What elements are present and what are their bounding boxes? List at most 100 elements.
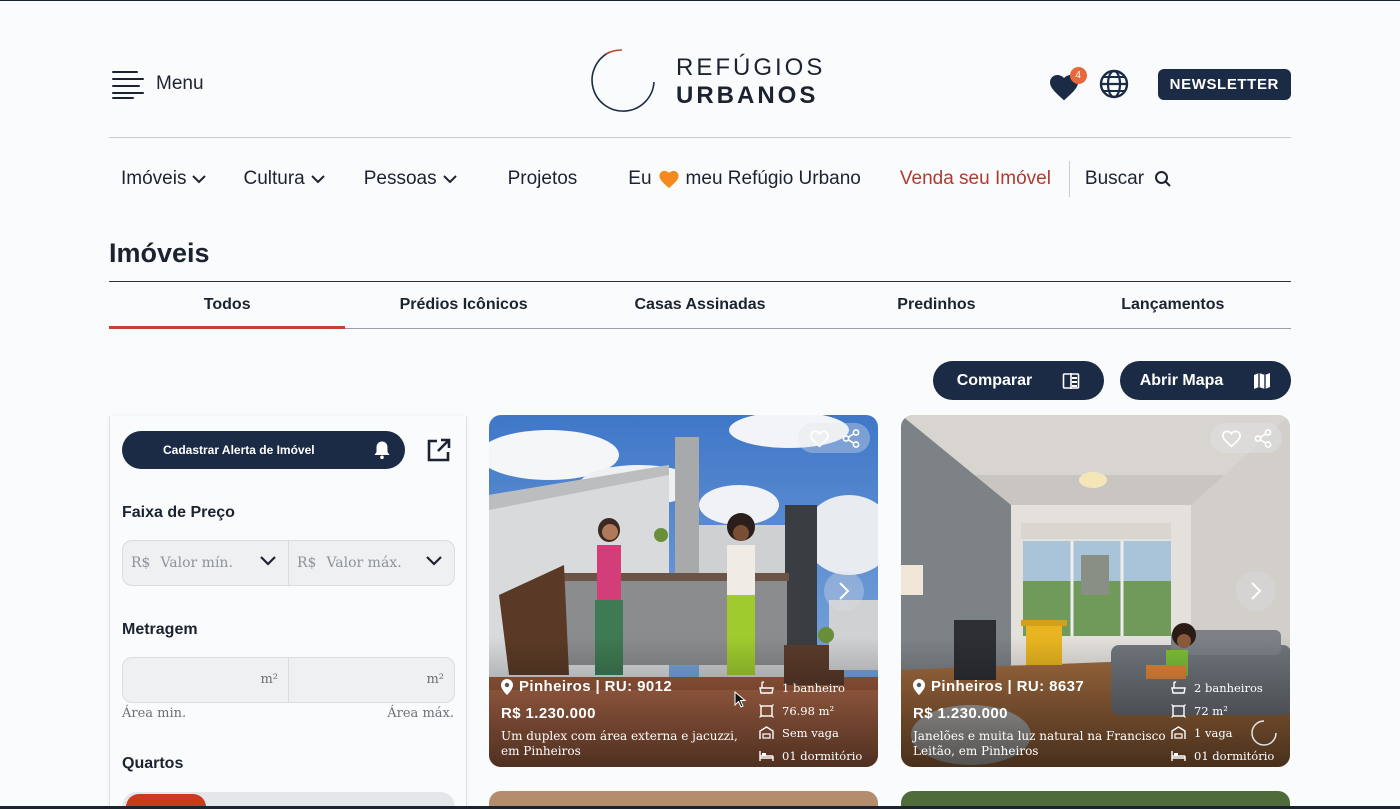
garage-icon	[759, 726, 774, 740]
garage-icon	[1171, 726, 1186, 740]
price-max-placeholder: Valor máx.	[326, 555, 402, 571]
loading-spinner-icon	[1251, 720, 1277, 746]
top-border	[0, 0, 1400, 1]
price-min-placeholder: Valor mín.	[160, 555, 233, 571]
location-pin-icon	[913, 678, 925, 695]
chevron-right-icon	[1251, 582, 1262, 600]
feature-parking-text: Sem vaga	[782, 726, 839, 741]
chevron-down-icon	[442, 174, 457, 183]
location-pin-icon	[501, 678, 513, 695]
area-min-hint: Área min.	[122, 706, 187, 721]
feature-area-text: 72 m²	[1194, 703, 1228, 718]
feature-bathrooms: 2 banheiros	[1171, 677, 1274, 700]
card-description: Um duplex com área externa e jacuzzi, em…	[501, 729, 738, 758]
feature-area-text: 76.98 m²	[782, 703, 835, 718]
feature-bedrooms: 01 dormitório	[1171, 745, 1274, 768]
nav-cultura-label: Cultura	[243, 168, 305, 189]
area-unit: m²	[260, 672, 278, 687]
price-min-select[interactable]: R$ Valor mín.	[123, 541, 288, 585]
newsletter-button[interactable]: NEWSLETTER	[1157, 68, 1291, 100]
nav-eu-meu-refugio[interactable]: Eu meu Refúgio Urbano	[628, 168, 861, 190]
map-icon	[1254, 372, 1271, 389]
nav-projetos[interactable]: Projetos	[508, 168, 578, 190]
menu-label: Menu	[156, 73, 204, 94]
nav-separator	[1068, 161, 1070, 197]
bell-icon	[374, 441, 390, 460]
rooms-label: Quartos	[122, 755, 184, 772]
nav-cultura[interactable]: Cultura	[243, 168, 325, 190]
nav-venda-label: Venda seu Imóvel	[899, 168, 1051, 189]
globe-icon[interactable]	[1098, 68, 1130, 100]
card-location: Pinheiros | RU: 9012	[501, 678, 672, 695]
price-range-label: Faixa de Preço	[122, 504, 235, 521]
external-link-icon[interactable]	[426, 437, 452, 463]
chevron-down-icon	[260, 556, 276, 566]
menu-button[interactable]: Menu	[112, 70, 204, 99]
feature-bathrooms-text: 2 banheiros	[1194, 681, 1263, 696]
favorite-heart-icon[interactable]	[809, 429, 830, 448]
area-icon	[1171, 703, 1186, 718]
area-unit: m²	[426, 672, 444, 687]
nav-buscar-label: Buscar	[1084, 168, 1145, 189]
property-card[interactable]: Pinheiros | RU: 9012 R$ 1.230.000 Um dup…	[489, 415, 878, 767]
logo-line2: URBANOS	[676, 82, 819, 109]
favorites-button[interactable]: 4	[1048, 67, 1087, 101]
logo-circle-icon	[591, 49, 655, 112]
feature-bedrooms-text: 01 dormitório	[1194, 748, 1275, 763]
open-map-label: Abrir Mapa	[1139, 371, 1224, 389]
favorite-heart-icon[interactable]	[1221, 429, 1242, 448]
feature-bathrooms: 1 banheiro	[759, 677, 862, 700]
nav-projetos-label: Projetos	[507, 168, 578, 189]
card-price: R$ 1.230.000	[913, 705, 1008, 722]
card-price: R$ 1.230.000	[501, 705, 596, 722]
header-divider	[109, 137, 1291, 138]
bed-icon	[759, 750, 774, 761]
currency-label: R$	[131, 555, 151, 571]
card-location-text: Pinheiros | RU: 9012	[519, 678, 673, 695]
feature-area: 76.98 m²	[759, 700, 862, 723]
tab-casas-assinadas[interactable]: Casas Assinadas	[582, 282, 818, 328]
nav-buscar[interactable]: Buscar	[1085, 168, 1172, 190]
compare-icon	[1062, 372, 1080, 389]
area-max-input[interactable]: m²	[288, 658, 454, 702]
card-features: 1 banheiro 76.98 m² Sem vaga 01 dormitór…	[759, 677, 862, 767]
price-max-select[interactable]: R$ Valor máx.	[288, 541, 454, 585]
compare-button[interactable]: Comparar	[933, 361, 1104, 400]
category-tabs: Todos Prédios Icônicos Casas Assinadas P…	[109, 282, 1291, 329]
property-card[interactable]: Pinheiros | RU: 8637 R$ 1.230.000 Janelõ…	[901, 415, 1290, 767]
next-photo-button[interactable]	[1236, 571, 1276, 611]
share-icon[interactable]	[1254, 428, 1272, 448]
site-logo[interactable]: REFÚGIOS URBANOS	[588, 48, 825, 116]
mouse-cursor-icon	[734, 691, 747, 708]
property-alert-button[interactable]: Cadastrar Alerta de Imóvel	[122, 431, 405, 469]
nav-venda[interactable]: Venda seu Imóvel	[900, 168, 1051, 190]
currency-label: R$	[297, 555, 317, 571]
tab-todos[interactable]: Todos	[109, 282, 346, 329]
tab-predios-iconicos[interactable]: Prédios Icônicos	[345, 282, 581, 328]
card-actions	[798, 423, 870, 453]
tab-predinhos[interactable]: Predinhos	[818, 282, 1054, 328]
nav-pessoas[interactable]: Pessoas	[364, 168, 457, 190]
nav-eu-suffix: meu Refúgio Urbano	[685, 168, 861, 189]
open-map-button[interactable]: Abrir Mapa	[1120, 361, 1291, 400]
area-min-input[interactable]: m²	[123, 658, 288, 702]
page-title: Imóveis	[109, 238, 210, 268]
filter-panel: Cadastrar Alerta de Imóvel Faixa de Preç…	[109, 416, 467, 809]
property-alert-label: Cadastrar Alerta de Imóvel	[163, 443, 315, 457]
nav-imoveis[interactable]: Imóveis	[121, 168, 207, 190]
bed-icon	[1171, 750, 1186, 761]
compare-label: Comparar	[956, 371, 1033, 389]
next-photo-button[interactable]	[824, 571, 864, 611]
share-icon[interactable]	[842, 428, 860, 448]
orange-heart-icon	[659, 170, 679, 189]
chevron-down-icon	[192, 174, 207, 183]
chevron-down-icon	[426, 556, 442, 566]
bathtub-icon	[759, 681, 774, 694]
tab-lancamentos[interactable]: Lançamentos	[1055, 282, 1291, 328]
search-icon	[1155, 171, 1171, 187]
nav-imoveis-label: Imóveis	[121, 168, 187, 189]
card-location-text: Pinheiros | RU: 8637	[931, 678, 1085, 695]
hamburger-icon	[112, 70, 144, 99]
logo-line1: REFÚGIOS	[676, 54, 826, 81]
bathtub-icon	[1171, 681, 1186, 694]
